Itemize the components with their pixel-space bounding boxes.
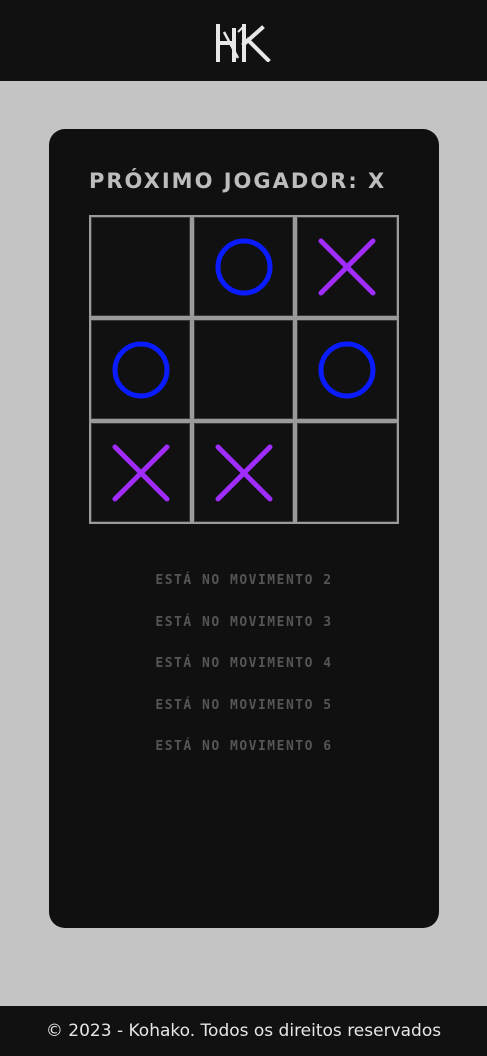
board-cell-2[interactable] <box>192 215 295 318</box>
x-mark-icon <box>318 238 376 295</box>
board-cell-8[interactable] <box>192 421 295 524</box>
move-button[interactable]: ESTÁ NO MOVIMENTO 6 <box>155 739 332 754</box>
move-history-item: ESTÁ NO MOVIMENTO 4 <box>49 652 439 694</box>
x-mark-icon <box>112 444 169 501</box>
move-history-item: ESTÁ NO MOVIMENTO 2 <box>49 569 439 611</box>
board-cell-6[interactable] <box>295 318 399 421</box>
hk-logo <box>216 24 271 62</box>
o-mark-icon <box>215 238 272 295</box>
game-panel: PRÓXIMO JOGADOR: X ESTÁ NO MOVIMENTO 2 E… <box>49 129 439 928</box>
copyright-text: © 2023 - Kohako. Todos os direitos reser… <box>45 1021 442 1041</box>
o-mark-icon <box>318 341 376 398</box>
move-button[interactable]: ESTÁ NO MOVIMENTO 3 <box>155 615 332 630</box>
board-cell-1[interactable] <box>89 215 192 318</box>
move-button[interactable]: ESTÁ NO MOVIMENTO 2 <box>155 573 332 588</box>
next-player-status: PRÓXIMO JOGADOR: X <box>89 169 387 193</box>
board-cell-3[interactable] <box>295 215 399 318</box>
move-history-list: ESTÁ NO MOVIMENTO 2 ESTÁ NO MOVIMENTO 3 … <box>49 569 439 777</box>
footer-bar: © 2023 - Kohako. Todos os direitos reser… <box>0 1006 487 1056</box>
move-history-item: ESTÁ NO MOVIMENTO 3 <box>49 611 439 653</box>
move-history-item: ESTÁ NO MOVIMENTO 5 <box>49 694 439 736</box>
move-history-item: ESTÁ NO MOVIMENTO 6 <box>49 735 439 777</box>
board-cell-9[interactable] <box>295 421 399 524</box>
o-mark-icon <box>112 341 169 398</box>
board-cell-7[interactable] <box>89 421 192 524</box>
board-cell-5[interactable] <box>192 318 295 421</box>
tic-tac-toe-board <box>89 215 399 524</box>
move-button[interactable]: ESTÁ NO MOVIMENTO 5 <box>155 698 332 713</box>
x-mark-icon <box>215 444 272 501</box>
move-button[interactable]: ESTÁ NO MOVIMENTO 4 <box>155 656 332 671</box>
header-bar <box>0 0 487 81</box>
board-cell-4[interactable] <box>89 318 192 421</box>
